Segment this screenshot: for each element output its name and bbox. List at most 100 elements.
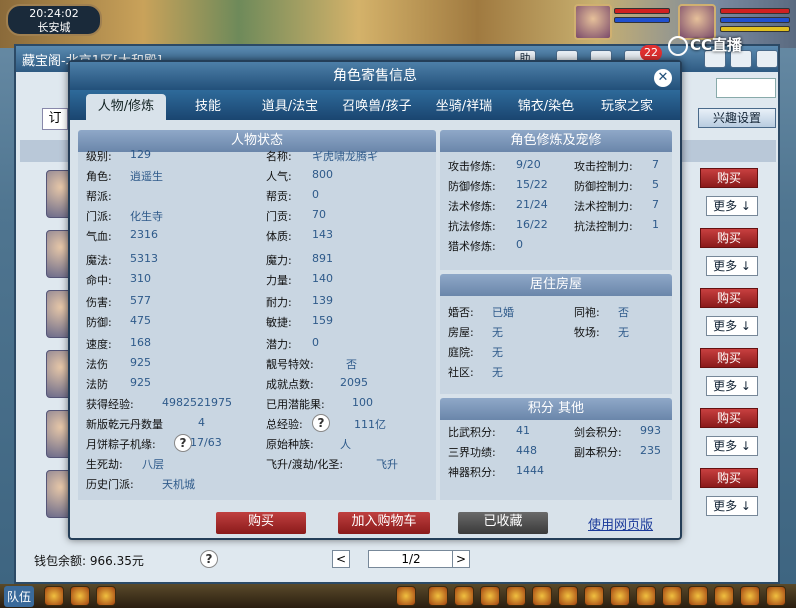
stat-label: 防御控制力:	[574, 180, 633, 193]
stat-label: 角色:	[86, 170, 112, 183]
team-icon[interactable]	[584, 586, 604, 606]
add-to-cart-button[interactable]: 加入购物车	[338, 512, 430, 534]
activity-icon[interactable]	[714, 586, 734, 606]
pet-mp-bar	[614, 17, 670, 23]
stat-label: 帮贡:	[266, 190, 292, 203]
stat-value: 17/63	[190, 436, 222, 449]
game-clock: 20:24:02 长安城	[6, 4, 102, 36]
map-icon[interactable]	[532, 586, 552, 606]
stat-label: 气血:	[86, 230, 112, 243]
help-icon[interactable]: ?	[174, 434, 192, 452]
mail-icon[interactable]	[636, 586, 656, 606]
stat-value: 5313	[130, 252, 158, 265]
settings-icon[interactable]	[766, 586, 786, 606]
stat-label: 生死劫:	[86, 458, 123, 471]
stat-label: 潜力:	[266, 338, 292, 351]
stat-value: 逍遥生	[130, 170, 163, 183]
stat-value: 891	[312, 252, 333, 265]
stat-value: 人	[340, 438, 351, 451]
buy-button[interactable]: 购买	[700, 408, 758, 428]
stat-label: 副本积分:	[574, 446, 622, 459]
interest-settings-button[interactable]: 兴趣设置	[698, 108, 776, 128]
stat-label: 新版乾元丹数量	[86, 418, 163, 431]
stat-label: 飞升/渡劫/化圣:	[266, 458, 344, 471]
team-button[interactable]: 队伍	[4, 586, 35, 607]
guild-icon[interactable]	[610, 586, 630, 606]
more-button[interactable]: 更多 ↓	[706, 376, 758, 396]
buy-button[interactable]: 购买	[700, 228, 758, 248]
voice-icon[interactable]	[70, 586, 90, 606]
chat-icon[interactable]	[44, 586, 64, 606]
stat-label: 力量:	[266, 274, 292, 287]
more-button[interactable]: 更多 ↓	[706, 256, 758, 276]
sword-icon[interactable]	[428, 586, 448, 606]
item-icon[interactable]	[454, 586, 474, 606]
page-indicator: 1/2	[368, 550, 454, 568]
buy-button[interactable]: 购买	[700, 348, 758, 368]
order-button[interactable]: 订	[42, 108, 68, 130]
pet-icon[interactable]	[396, 586, 416, 606]
cc-live-logo: CC直播	[668, 34, 742, 56]
more-button[interactable]: 更多 ↓	[706, 436, 758, 456]
stat-value: 111亿	[354, 418, 386, 431]
stat-label: 人气:	[266, 170, 292, 183]
buy-button[interactable]: 购买	[700, 288, 758, 308]
dialog-close-button[interactable]: ✕	[654, 69, 672, 87]
tab-skills[interactable]: 技能	[178, 94, 238, 120]
stat-label: 耐力:	[266, 296, 292, 309]
use-web-link[interactable]: 使用网页版	[588, 514, 653, 533]
stat-label: 法术控制力:	[574, 200, 633, 213]
stat-value: 139	[312, 294, 333, 307]
stat-label: 总经验:	[266, 418, 303, 431]
tab-items[interactable]: 道具/法宝	[250, 94, 330, 120]
prev-page-button[interactable]: <	[332, 550, 350, 568]
help-icon[interactable]: ?	[312, 414, 330, 432]
stat-value: 化生寺	[130, 210, 163, 223]
stat-label: 比武积分:	[448, 426, 496, 439]
gift-icon[interactable]	[480, 586, 500, 606]
stat-label: 神器积分:	[448, 466, 496, 479]
stat-value: 天机城	[162, 478, 195, 491]
tab-pets[interactable]: 召唤兽/孩子	[334, 94, 420, 120]
help-icon[interactable]: ?	[200, 550, 218, 568]
more-button[interactable]: 更多 ↓	[706, 316, 758, 336]
stat-value: 无	[618, 326, 629, 339]
stat-value: 八层	[142, 458, 164, 471]
stat-value: 9/20	[516, 158, 541, 171]
notification-badge[interactable]: 22	[640, 45, 662, 61]
system-icon[interactable]	[662, 586, 682, 606]
stat-label: 社区:	[448, 366, 474, 379]
buy-button[interactable]: 购买	[700, 468, 758, 488]
stat-label: 房屋:	[448, 326, 474, 339]
score-panel: 比武积分: 41 剑会积分: 993 三界功绩: 448 副本积分: 235 神器积分: 1444	[440, 420, 672, 500]
tab-home[interactable]: 玩家之家	[590, 94, 664, 120]
more-button[interactable]: 更多 ↓	[706, 196, 758, 216]
stat-value: 飞升	[376, 458, 398, 471]
stat-value: 168	[130, 336, 151, 349]
next-page-button[interactable]: >	[452, 550, 470, 568]
stat-value: 2316	[130, 228, 158, 241]
buy-button[interactable]: 购买	[700, 168, 758, 188]
collected-button[interactable]: 已收藏	[458, 512, 548, 534]
buy-button-main[interactable]: 购买	[216, 512, 306, 534]
stat-label: 魔法:	[86, 254, 112, 267]
search-input[interactable]	[716, 78, 776, 98]
player-mp-bar	[720, 17, 790, 23]
quest-icon[interactable]	[506, 586, 526, 606]
close-icon[interactable]	[756, 50, 778, 68]
stat-value: 100	[352, 396, 373, 409]
stat-label: 历史门派:	[86, 478, 134, 491]
cultivation-panel: 攻击修炼: 9/20 攻击控制力: 7 防御修炼: 15/22 防御控制力: 5 法术修炼: 21…	[440, 152, 672, 270]
stat-value: 4	[198, 416, 205, 429]
bag-icon[interactable]	[96, 586, 116, 606]
more-button[interactable]: 更多 ↓	[706, 496, 758, 516]
shop-icon[interactable]	[688, 586, 708, 606]
tab-character[interactable]: 人物/修炼	[86, 94, 166, 120]
friends-icon[interactable]	[558, 586, 578, 606]
pet-portrait[interactable]	[574, 4, 612, 40]
tab-outfits[interactable]: 锦衣/染色	[506, 94, 586, 120]
tab-mounts[interactable]: 坐骑/祥瑞	[424, 94, 504, 120]
house-panel: 婚否: 已婚 同袍: 否房屋: 无牧场: 无庭院: 无社区: 无	[440, 296, 672, 394]
stat-value: 925	[130, 376, 151, 389]
rank-icon[interactable]	[740, 586, 760, 606]
